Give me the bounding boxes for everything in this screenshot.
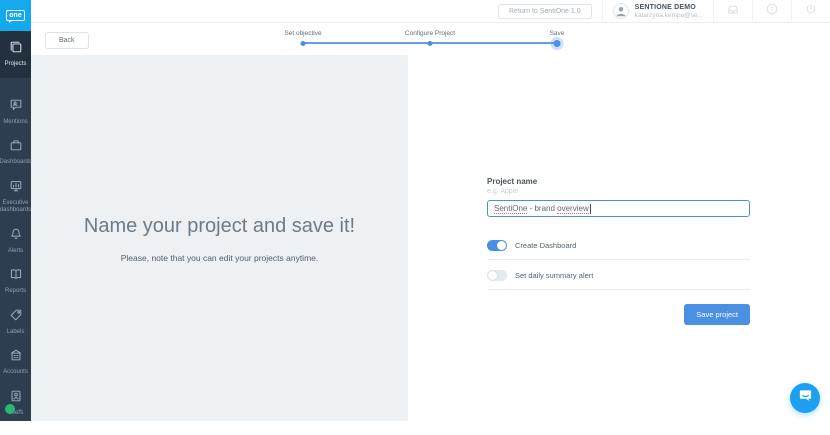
project-form: Project name e.g. Apple SentiOne - brand… bbox=[487, 177, 750, 325]
help-button[interactable]: ? bbox=[753, 0, 791, 23]
toggle-list: Create Dashboard Set daily summary alert bbox=[487, 235, 750, 290]
project-name-hint: e.g. Apple bbox=[487, 188, 750, 195]
input-text-middle: - brand bbox=[527, 204, 557, 213]
sidebar-item-label: Alerts bbox=[8, 248, 23, 256]
inbox-button[interactable] bbox=[714, 0, 752, 23]
input-text-word: overview bbox=[557, 204, 589, 214]
sidebar-item-dashboards[interactable]: Dashboards bbox=[0, 133, 31, 172]
presence-status-menu[interactable]: ⌄ bbox=[5, 404, 23, 414]
user-email: katarzyna.kempa@se... bbox=[635, 12, 703, 19]
toggle-knob bbox=[488, 271, 497, 280]
project-name-input[interactable]: SentiOne - brand overview bbox=[487, 200, 750, 217]
instruction-panel: Name your project and save it! Please, n… bbox=[31, 55, 408, 421]
input-text-word: SentiOne bbox=[494, 204, 527, 214]
app-window: one Projects Mentions Dashboards Executi… bbox=[0, 0, 830, 421]
sidebar-nav: Projects Mentions Dashboards Executive d… bbox=[0, 31, 31, 435]
sidebar-item-accounts[interactable]: Accounts bbox=[0, 343, 31, 382]
wizard-header: Back Set objective Configure Project Sav… bbox=[31, 24, 830, 55]
page-subtitle: Please, note that you can edit your proj… bbox=[31, 253, 408, 263]
step-dot-current[interactable] bbox=[554, 40, 561, 47]
reports-icon bbox=[9, 267, 23, 286]
chevron-down-icon: ⌄ bbox=[17, 406, 23, 413]
user-name: SENTIONE DEMO bbox=[635, 4, 703, 11]
labels-icon bbox=[9, 308, 23, 327]
sidebar-item-executive-dashboards[interactable]: Executive dashboards bbox=[0, 174, 31, 220]
save-project-button[interactable]: Save project bbox=[684, 304, 750, 325]
toggle-knob bbox=[497, 241, 506, 250]
sidebar-item-label: Dashboards bbox=[0, 159, 32, 167]
sidebar-item-labels[interactable]: Labels bbox=[0, 303, 31, 342]
daily-summary-toggle[interactable] bbox=[487, 270, 507, 281]
step-set-objective[interactable]: Set objective bbox=[284, 30, 321, 37]
projects-icon bbox=[9, 40, 23, 59]
wizard-stepper: Set objective Configure Project Save bbox=[303, 27, 557, 53]
create-dashboard-toggle[interactable] bbox=[487, 240, 507, 251]
logo-bubble: one bbox=[6, 10, 24, 21]
online-status-dot bbox=[5, 404, 15, 414]
toggle-label: Create Dashboard bbox=[515, 241, 576, 250]
text-cursor bbox=[590, 204, 591, 214]
mentions-icon bbox=[9, 98, 23, 117]
step-configure-project[interactable]: Configure Project bbox=[405, 30, 455, 37]
sidebar-item-projects[interactable]: Projects bbox=[0, 31, 31, 78]
logout-button[interactable] bbox=[792, 0, 830, 23]
step-dot[interactable] bbox=[428, 41, 433, 46]
chat-widget-button[interactable] bbox=[790, 383, 820, 413]
toggle-label: Set daily summary alert bbox=[515, 271, 593, 280]
save-row: Save project bbox=[487, 304, 750, 325]
main-content: Name your project and save it! Please, n… bbox=[31, 55, 830, 421]
back-button[interactable]: Back bbox=[45, 32, 89, 49]
sidebar-item-label: Reports bbox=[5, 288, 26, 296]
sidebar-divider bbox=[4, 428, 27, 429]
sidebar-item-label: Projects bbox=[5, 61, 27, 69]
create-dashboard-toggle-row[interactable]: Create Dashboard bbox=[487, 235, 750, 260]
chat-bubble-icon bbox=[798, 388, 813, 408]
dashboards-icon bbox=[9, 138, 23, 157]
sidebar-item-users[interactable]: Users bbox=[0, 384, 31, 423]
sidebar-item-mentions[interactable]: Mentions bbox=[0, 93, 31, 132]
power-icon bbox=[804, 2, 818, 21]
step-dot[interactable] bbox=[301, 41, 306, 46]
sentione-logo[interactable]: one bbox=[0, 0, 31, 31]
inbox-icon bbox=[726, 2, 740, 21]
user-text: SENTIONE DEMO katarzyna.kempa@se... bbox=[635, 4, 703, 19]
form-panel: Project name e.g. Apple SentiOne - brand… bbox=[408, 55, 830, 421]
avatar bbox=[613, 3, 629, 19]
sidebar-item-label: Executive dashboards bbox=[0, 200, 31, 215]
project-name-label: Project name bbox=[487, 177, 750, 186]
sidebar: one Projects Mentions Dashboards Executi… bbox=[0, 0, 31, 421]
sidebar-item-label: Mentions bbox=[3, 119, 27, 127]
sidebar-item-alerts[interactable]: Alerts bbox=[0, 222, 31, 261]
alerts-icon bbox=[9, 227, 23, 246]
sidebar-item-label: Accounts bbox=[3, 369, 28, 377]
accounts-icon bbox=[9, 348, 23, 367]
page-title: Name your project and save it! bbox=[31, 215, 408, 238]
user-menu[interactable]: SENTIONE DEMO katarzyna.kempa@se... bbox=[603, 3, 713, 19]
help-icon: ? bbox=[765, 2, 779, 21]
svg-text:?: ? bbox=[770, 6, 774, 13]
daily-summary-toggle-row[interactable]: Set daily summary alert bbox=[487, 265, 750, 290]
sidebar-item-label: Labels bbox=[7, 329, 25, 337]
executive-dashboards-icon bbox=[9, 179, 23, 198]
step-save[interactable]: Save bbox=[550, 30, 565, 37]
topbar: Return to SentiOne 1.0 SENTIONE DEMO kat… bbox=[31, 0, 830, 23]
sidebar-item-reports[interactable]: Reports bbox=[0, 262, 31, 301]
return-to-sentione-button[interactable]: Return to SentiOne 1.0 bbox=[498, 4, 592, 19]
